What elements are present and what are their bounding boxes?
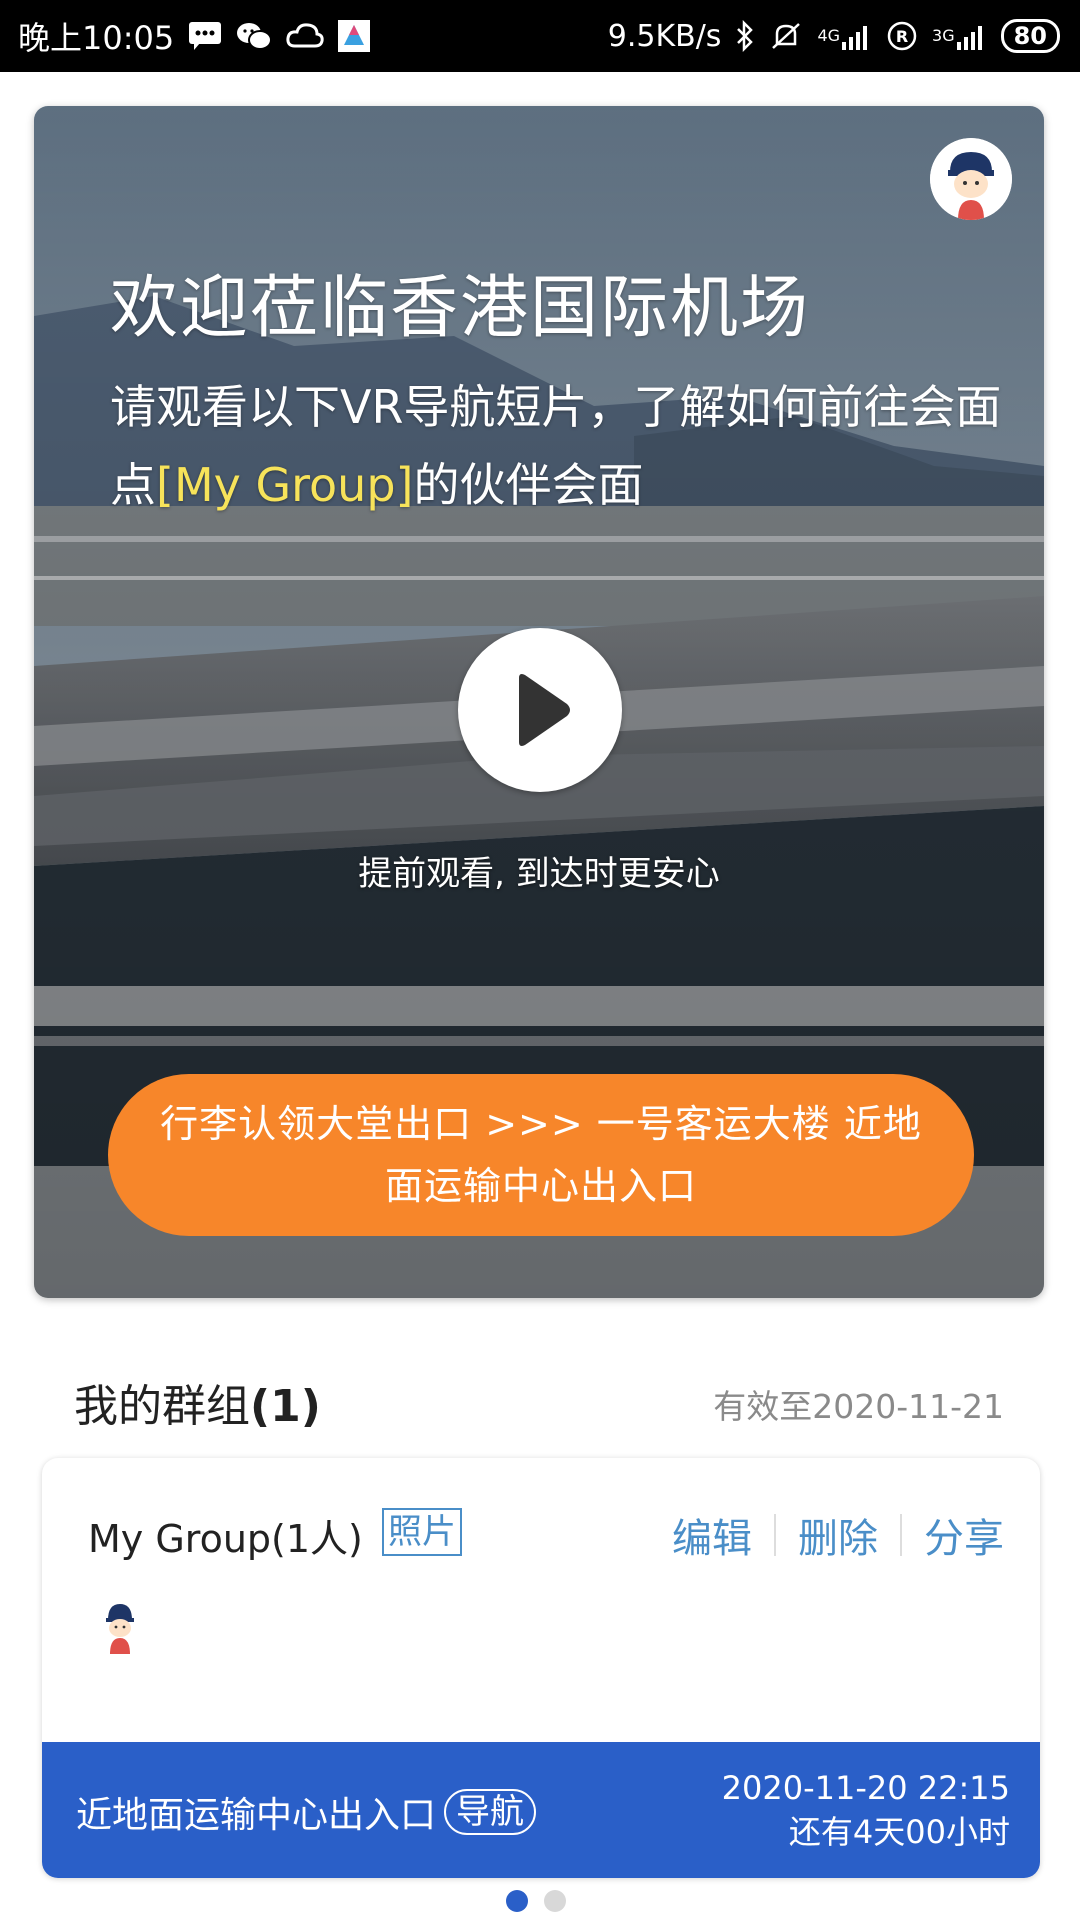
- edit-button[interactable]: 编辑: [672, 1506, 752, 1564]
- group-card[interactable]: My Group(1人) 照片 编辑 删除 分享 近地面运输中心出入口 导航 2…: [42, 1458, 1040, 1878]
- battery-icon: 80: [1000, 19, 1060, 53]
- meeting-point: 近地面运输中心出入口 导航: [76, 1786, 537, 1838]
- play-icon: [519, 674, 570, 746]
- pager-dots: [506, 1890, 566, 1912]
- meeting-countdown: 还有4天00小时: [788, 1813, 1010, 1851]
- group-section-title: 我的群组(1): [74, 1370, 321, 1434]
- status-bar: 晚上10:05 9.5KB/s 4G R 3G 80: [0, 0, 1080, 72]
- divider: [774, 1514, 776, 1556]
- meeting-time: 2020-11-20 22:15 还有4天00小时: [722, 1766, 1010, 1854]
- play-hint: 提前观看, 到达时更安心: [358, 854, 720, 894]
- photo-link[interactable]: 照片: [382, 1508, 462, 1556]
- group-title-text: 我的群组: [74, 1381, 250, 1432]
- user-avatar[interactable]: [930, 138, 1012, 220]
- svg-text:R: R: [896, 27, 908, 46]
- group-actions: 编辑 删除 分享: [672, 1506, 1004, 1564]
- cloud-icon: [286, 22, 324, 50]
- net-4g-label: 4G: [817, 26, 841, 45]
- welcome-title: 欢迎莅临香港国际机场: [110, 269, 811, 348]
- roaming-icon: R: [886, 20, 918, 52]
- bluetooth-icon: [735, 20, 755, 52]
- meeting-point-bar: 近地面运输中心出入口 导航 2020-11-20 22:15 还有4天00小时: [42, 1742, 1040, 1878]
- divider: [900, 1514, 902, 1556]
- subtitle-suffix: 的伙伴会面: [413, 458, 644, 512]
- mute-icon: [769, 20, 803, 52]
- meeting-group-highlight: [My Group]: [156, 458, 414, 512]
- net-speed: 9.5KB/s: [607, 18, 722, 54]
- meeting-datetime: 2020-11-20 22:15: [721, 1769, 1010, 1807]
- signal-3g-icon: 3G: [932, 22, 987, 50]
- member-avatar[interactable]: [102, 1600, 138, 1654]
- pager-dot-active[interactable]: [506, 1890, 528, 1912]
- message-icon: [188, 21, 222, 51]
- play-video-button[interactable]: [458, 628, 622, 792]
- wechat-icon: [236, 21, 273, 51]
- share-button[interactable]: 分享: [924, 1506, 1004, 1564]
- app-icon: [338, 20, 371, 52]
- delete-button[interactable]: 删除: [798, 1506, 878, 1564]
- navigate-button[interactable]: 导航: [444, 1789, 537, 1835]
- group-valid-until: 有效至2020-11-21: [713, 1387, 1004, 1426]
- meeting-point-name: 近地面运输中心出入口: [76, 1795, 437, 1836]
- net-3g-label: 3G: [932, 26, 955, 45]
- pager-dot[interactable]: [544, 1890, 566, 1912]
- route-button[interactable]: 行李认领大堂出口 >>> 一号客运大楼 近地面运输中心出入口: [108, 1074, 974, 1236]
- signal-4g-icon: 4G: [817, 22, 872, 50]
- status-time: 晚上10:05: [18, 19, 175, 57]
- hero-card: 欢迎莅临香港国际机场 请观看以下VR导航短片，了解如何前往会面点[My Grou…: [34, 106, 1044, 1298]
- welcome-subtitle: 请观看以下VR导航短片，了解如何前往会面点[My Group]的伙伴会面: [110, 368, 1010, 524]
- group-count: (1): [250, 1381, 321, 1432]
- group-name: My Group(1人): [88, 1517, 363, 1561]
